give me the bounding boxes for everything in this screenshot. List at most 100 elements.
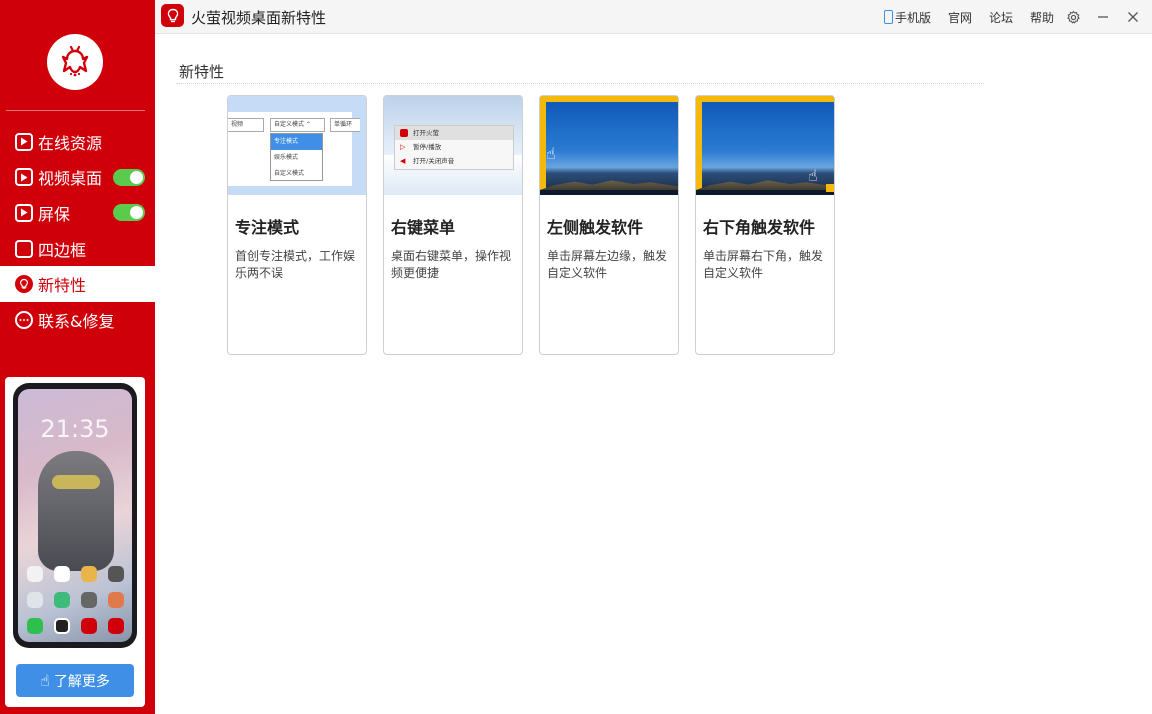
preview-taskbar [540, 190, 678, 195]
context-menu-preview-image: 打开火萤 ▷ 暂停/播放 ◀ 打开/关闭声音 [384, 96, 522, 195]
minimize-icon [1098, 16, 1108, 18]
bulb-icon [15, 275, 33, 294]
phone-mockup-image: 21:35 [13, 383, 137, 648]
feature-card-focus-mode[interactable]: 视频 自定义模式 ⌃ 单循环 专注模式 娱乐模式 自定义模式 专注模式 首创专注… [227, 95, 367, 355]
preview-dropdown-menu: 专注模式 娱乐模式 自定义模式 [270, 133, 323, 181]
app-icon [80, 592, 97, 608]
section-divider [176, 83, 984, 84]
mobile-phone-icon [883, 10, 893, 24]
preview-menu-item: ◀ 打开/关闭声音 [395, 154, 513, 168]
phone-screen: 21:35 [18, 389, 132, 642]
highlight-bar [696, 96, 702, 192]
card-title: 专注模式 [235, 218, 300, 237]
preview-landscape [540, 180, 678, 190]
sidebar-item-four-borders[interactable]: 四边框 [0, 231, 155, 267]
preview-menu-label: 暂停/播放 [413, 143, 442, 151]
firefly-icon [61, 45, 89, 77]
feature-card-bottom-right-trigger[interactable]: ☝ 右下角触发软件 单击屏幕右下角，触发自定义软件 [695, 95, 835, 355]
firefly-app-icon [80, 618, 97, 634]
sidebar-divider [6, 110, 145, 111]
app-icon [26, 566, 43, 582]
preview-menu-item: 娱乐模式 [274, 154, 299, 161]
forum-link[interactable]: 论坛 [989, 9, 1013, 26]
screensaver-toggle[interactable] [113, 204, 145, 222]
card-description: 桌面右键菜单，操作视频更便捷 [391, 249, 512, 280]
feature-card-context-menu[interactable]: 打开火萤 ▷ 暂停/播放 ◀ 打开/关闭声音 右键菜单 桌面右键菜单，操作视频更便捷 [383, 95, 523, 355]
sidebar-item-screensaver[interactable]: 屏保 [0, 195, 155, 231]
firefly-app-icon [107, 618, 124, 634]
card-description: 首创专注模式，工作娱乐两不误 [235, 249, 356, 280]
sidebar: 在线资源 视频桌面 屏保 四边框 新特性 联系&修复 21:35 ☝ 了解更多 [0, 0, 155, 714]
sidebar-item-video-desktop[interactable]: 视频桌面 [0, 160, 155, 196]
play-icon [15, 132, 33, 151]
preview-context-menu: 打开火萤 ▷ 暂停/播放 ◀ 打开/关闭声音 [394, 125, 514, 170]
calendar-app-icon [53, 566, 70, 582]
preview-input: 单循环 [330, 118, 360, 132]
page-title: 新特性 [179, 63, 225, 81]
preview-menu-label: 打开/关闭声音 [413, 157, 455, 165]
play-icon [15, 168, 33, 187]
pointer-hand-icon: ☝ [546, 144, 556, 163]
learn-more-label: 了解更多 [53, 673, 110, 690]
minimize-button[interactable] [1092, 6, 1114, 28]
square-icon [15, 239, 33, 258]
title-bar-actions: 手机版 官网 论坛 帮助 [867, 0, 1152, 34]
learn-more-button[interactable]: ☝ 了解更多 [16, 664, 134, 697]
preview-menu-item: 打开火萤 [395, 126, 513, 140]
preview-taskbar [696, 190, 834, 195]
help-link[interactable]: 帮助 [1030, 9, 1054, 26]
preview-select: 自定义模式 ⌃ [270, 118, 325, 132]
play-icon [15, 203, 33, 222]
preview-menu-label: 打开火萤 [413, 129, 439, 137]
preview-input: 视频 [228, 118, 264, 132]
chat-app-icon [53, 592, 70, 608]
sidebar-item-online-resources[interactable]: 在线资源 [0, 124, 155, 160]
bottom-right-trigger-preview-image: ☝ [696, 96, 834, 195]
phone-clock: 21:35 [40, 415, 110, 443]
sidebar-item-label: 新特性 [38, 276, 87, 296]
mobile-promo-card: 21:35 ☝ 了解更多 [5, 377, 145, 707]
focus-mode-preview-image: 视频 自定义模式 ⌃ 单循环 专注模式 娱乐模式 自定义模式 [228, 96, 366, 195]
card-title: 左侧触发软件 [547, 218, 644, 237]
sidebar-item-label: 在线资源 [38, 133, 103, 153]
highlight-bar [540, 96, 678, 102]
card-title: 右键菜单 [391, 218, 456, 237]
phone-app-icon [26, 618, 43, 634]
app-logo-icon [161, 4, 184, 27]
speaker-icon: ◀ [400, 157, 406, 165]
left-trigger-preview-image: ☝ [540, 96, 678, 195]
sidebar-item-label: 四边框 [38, 240, 87, 260]
mobile-version-link[interactable]: 手机版 [883, 9, 931, 26]
app-icon [107, 566, 124, 582]
card-description: 单击屏幕左边缘，触发自定义软件 [547, 249, 668, 280]
card-title: 右下角触发软件 [703, 218, 816, 237]
play-icon: ▷ [400, 143, 406, 151]
sidebar-item-new-features[interactable]: 新特性 [0, 266, 155, 302]
app-icon [107, 592, 124, 608]
sidebar-item-label: 联系&修复 [38, 311, 115, 331]
clock-app-icon [26, 592, 43, 608]
close-button[interactable] [1122, 6, 1144, 28]
sidebar-item-label: 屏保 [38, 204, 71, 224]
gear-icon [1066, 10, 1080, 23]
feature-card-left-trigger[interactable]: ☝ 左侧触发软件 单击屏幕左边缘，触发自定义软件 [539, 95, 679, 355]
firefly-logo [47, 34, 103, 90]
preview-menu-item: 专注模式 [271, 134, 322, 150]
video-desktop-toggle[interactable] [113, 168, 145, 186]
highlight-bar [696, 96, 834, 102]
camera-app-icon [53, 618, 70, 634]
settings-button[interactable] [1062, 6, 1084, 28]
official-site-link[interactable]: 官网 [948, 9, 972, 26]
title-bar: 火萤视频桌面新特性 手机版 官网 论坛 帮助 [155, 0, 1152, 34]
cat-character-image [38, 451, 114, 571]
window-title: 火萤视频桌面新特性 [191, 9, 327, 27]
preview-menu-item: 自定义模式 [274, 170, 305, 177]
app-icon [80, 566, 97, 582]
card-description: 单击屏幕右下角，触发自定义软件 [703, 249, 824, 280]
sidebar-item-contact-repair[interactable]: 联系&修复 [0, 302, 155, 338]
chat-icon [15, 310, 33, 329]
highlight-corner [826, 184, 834, 192]
preview-menu-item: ▷ 暂停/播放 [395, 140, 513, 154]
pointer-hand-icon: ☝ [40, 671, 50, 690]
sidebar-item-label: 视频桌面 [38, 169, 103, 189]
